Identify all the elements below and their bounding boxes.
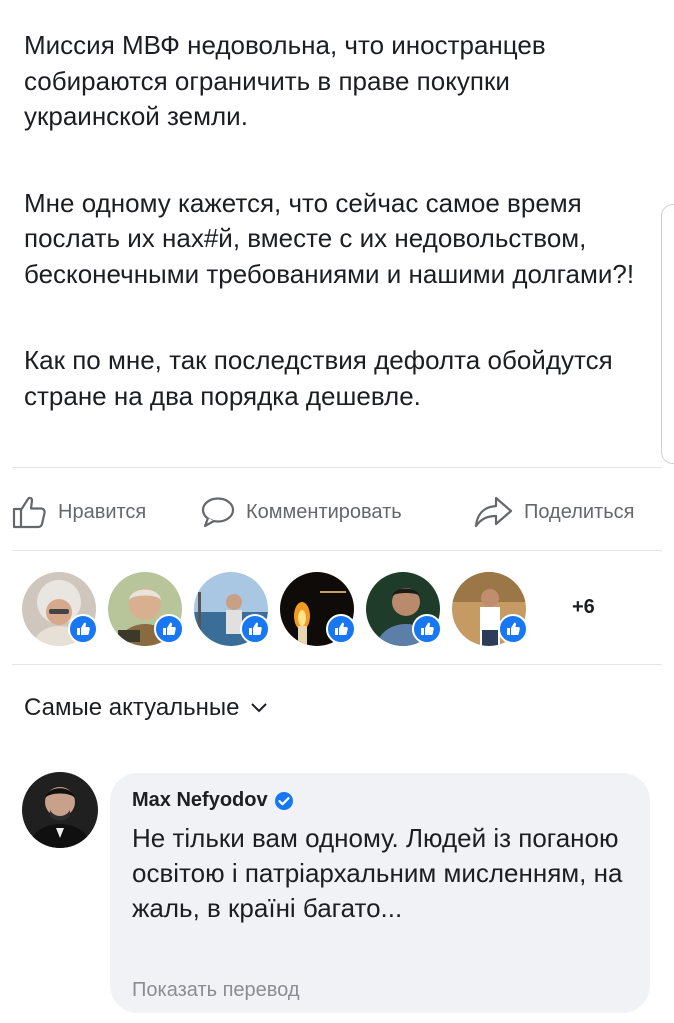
like-badge-icon xyxy=(68,614,98,644)
like-badge-icon xyxy=(412,614,442,644)
post-action-bar: Нравится Комментировать Поделиться xyxy=(0,485,674,539)
comment-label: Комментировать xyxy=(246,500,402,523)
divider xyxy=(12,550,662,551)
divider xyxy=(12,467,662,468)
commenter-avatar[interactable] xyxy=(22,772,98,848)
share-button[interactable]: Поделиться xyxy=(474,485,634,539)
like-badge-icon xyxy=(154,614,184,644)
like-badge-icon xyxy=(498,614,528,644)
comment-button[interactable]: Комментировать xyxy=(200,485,402,539)
share-label: Поделиться xyxy=(524,500,635,523)
comment-text: Не тільки вам одному. Людей із поганою о… xyxy=(132,823,623,923)
reactor-avatar[interactable] xyxy=(452,572,528,646)
comment-author[interactable]: Max Nefyodov xyxy=(132,789,294,812)
see-translation-link[interactable]: Показать перевод xyxy=(132,979,300,1002)
reactor-avatar[interactable] xyxy=(194,572,270,646)
like-badge-icon xyxy=(326,614,356,644)
sort-label: Самые актуальные xyxy=(24,694,240,721)
post-paragraph-3: Как по мне, так последствия дефолта обой… xyxy=(24,345,613,411)
like-badge-icon xyxy=(240,614,270,644)
avatar-photo xyxy=(22,772,98,848)
comment-bubble-icon xyxy=(201,497,235,528)
like-button[interactable]: Нравится xyxy=(12,485,146,539)
reactor-avatar[interactable] xyxy=(108,572,184,646)
like-label: Нравится xyxy=(58,500,147,523)
verified-badge-icon xyxy=(274,791,293,810)
post-paragraph-1: Миссия МВФ недовольна, что иностранцев с… xyxy=(24,30,546,131)
post-paragraph-2: Мне одному кажется, что сейчас самое вре… xyxy=(24,187,635,289)
reactor-avatar[interactable] xyxy=(280,572,356,646)
reactor-avatar[interactable] xyxy=(22,572,98,646)
post-text: Миссия МВФ недовольна, что иностранцев с… xyxy=(24,28,644,414)
comment-bubble: Max Nefyodov Не тільки вам одному. Людей… xyxy=(110,773,650,1013)
chevron-down-icon xyxy=(250,703,267,713)
share-arrow-icon xyxy=(474,496,513,528)
reactor-avatar[interactable] xyxy=(366,572,442,646)
reactors-row: +6 xyxy=(22,572,662,648)
scrollbar[interactable] xyxy=(661,204,674,464)
more-reactors-count[interactable]: +6 xyxy=(572,596,595,619)
comment-author-name[interactable]: Max Nefyodov xyxy=(132,789,268,812)
comment-sort-selector[interactable]: Самые актуальные xyxy=(24,694,268,722)
divider xyxy=(12,664,662,665)
thumbs-up-icon xyxy=(12,496,46,529)
